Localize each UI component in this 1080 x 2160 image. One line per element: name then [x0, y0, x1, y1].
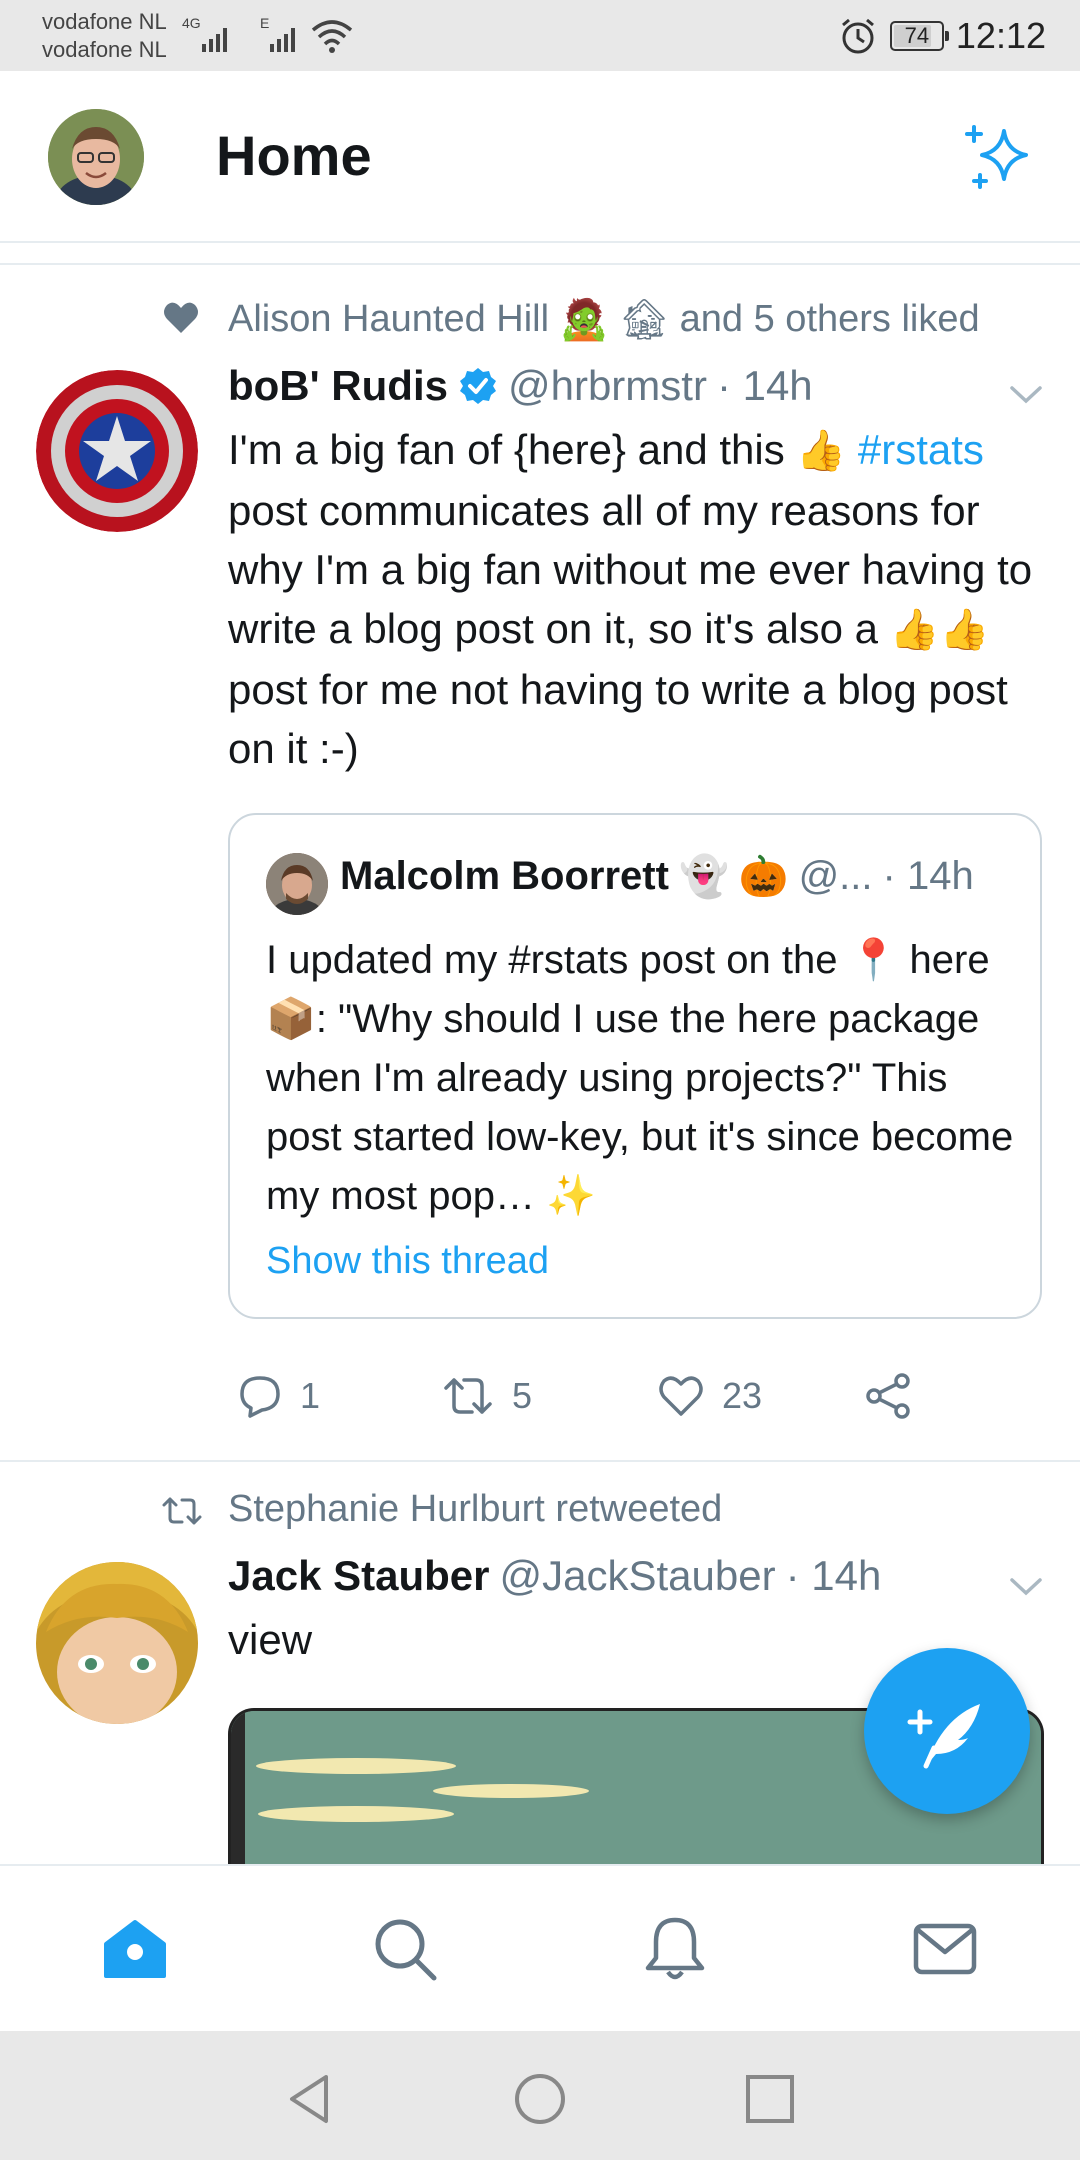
tweet-text-1: I'm a big fan of {here} and this [228, 426, 785, 473]
retweet-icon [444, 1378, 492, 1414]
compose-tweet-button[interactable] [864, 1648, 1030, 1814]
bottom-navigation [0, 1864, 1080, 2033]
retweet-context[interactable]: Stephanie Hurlburt retweeted [228, 1488, 722, 1531]
back-icon[interactable] [282, 2071, 338, 2127]
verified-badge-icon [459, 368, 496, 404]
ghost-emoji: 👻 [678, 855, 729, 899]
home-circle-icon[interactable] [512, 2071, 568, 2127]
carrier-1: vodafone NL [42, 9, 167, 34]
tweet-avatar-2[interactable] [36, 1562, 198, 1724]
quoted-avatar [266, 853, 328, 915]
carrier-2: vodafone NL [42, 37, 167, 62]
tweet-header-2: Jack Stauber @JackStauber · 14h [228, 1552, 881, 1600]
carrier-labels: vodafone NL vodafone NL [42, 8, 167, 64]
search-icon[interactable] [370, 1914, 440, 1984]
alarm-icon [841, 18, 874, 54]
author-handle-2[interactable]: @JackStauber [499, 1552, 775, 1600]
hashtag-link[interactable]: #rstats [858, 426, 984, 473]
share-button[interactable] [864, 1372, 914, 1420]
retweet-button[interactable]: 5 [440, 1372, 532, 1420]
social-context-suffix: and 5 others liked [679, 298, 980, 340]
thumbs-up-emoji: 👍 [796, 429, 847, 473]
page-title: Home [216, 124, 372, 187]
package-emoji: 📦 [266, 997, 316, 1041]
show-thread-link[interactable]: Show this thread [266, 1240, 549, 1283]
author-handle[interactable]: @hrbrmstr [508, 362, 707, 410]
zombie-emoji: 🧟 [559, 298, 609, 342]
quoted-text-2: here [909, 938, 990, 982]
recents-icon[interactable] [742, 2071, 798, 2127]
quoted-body: I updated my #rstats post on the 📍 here … [266, 931, 1026, 1226]
clock: 12:12 [955, 15, 1046, 56]
sparkles-emoji: ✨ [546, 1174, 596, 1218]
pumpkin-emoji: 🎃 [738, 855, 789, 899]
author-name-2[interactable]: Jack Stauber [228, 1552, 489, 1600]
sparkle-icon[interactable] [960, 117, 1040, 197]
tweet-text-3: post for me not having to write a blog p… [228, 666, 1008, 772]
reply-count: 1 [300, 1375, 321, 1416]
tweet-avatar[interactable] [36, 370, 198, 532]
retweet-context-icon [162, 1497, 202, 1525]
app-header: Home [0, 71, 1080, 243]
thumbs-up-emoji: 👍👍 [889, 608, 990, 652]
quoted-time: · 14h [882, 854, 974, 898]
svg-text:4G: 4G [182, 15, 201, 31]
tweet-divider [0, 1460, 1080, 1462]
reply-icon [240, 1376, 280, 1418]
wifi-icon [311, 20, 353, 53]
status-bar: vodafone NL vodafone NL 4G E 74 12:12 [0, 0, 1080, 71]
signal-e-icon: E [260, 15, 295, 52]
heart-icon [659, 1376, 703, 1416]
quoted-header: Malcolm Boorrett 👻 🎃 @... · 14h [340, 853, 974, 900]
retweet-context-text: Stephanie Hurlburt retweeted [228, 1488, 723, 1530]
battery-level: 74 [904, 23, 930, 48]
social-context-name: Alison Haunted Hill [228, 298, 550, 340]
quoted-tweet[interactable]: Malcolm Boorrett 👻 🎃 @... · 14h I update… [228, 813, 1042, 1319]
header-divider [0, 243, 1080, 265]
system-navigation [0, 2031, 1080, 2160]
share-icon [866, 1373, 910, 1419]
liked-heart-icon [164, 302, 198, 333]
compose-feather-icon [907, 1704, 980, 1769]
chevron-down-icon[interactable] [1006, 1574, 1046, 1600]
tweet-header: boB' Rudis @hrbrmstr · 14h [228, 362, 813, 410]
tweet-time: · 14h [716, 362, 813, 409]
pushpin-emoji: 📍 [848, 938, 899, 982]
tweet-body: I'm a big fan of {here} and this 👍 #rsta… [228, 420, 1048, 778]
like-count: 23 [722, 1375, 763, 1416]
tweet-actions: 1 5 23 [228, 1372, 928, 1432]
notifications-icon[interactable] [640, 1914, 710, 1984]
profile-avatar[interactable] [48, 109, 144, 205]
haunted-house-emoji: 🏚 [618, 298, 670, 342]
quoted-author-name: Malcolm Boorrett [340, 854, 669, 898]
status-right: 74 12:12 [838, 12, 1046, 60]
quoted-handle: @... [798, 854, 873, 898]
reply-button[interactable]: 1 [236, 1372, 320, 1420]
retweet-count: 5 [512, 1375, 533, 1416]
social-context[interactable]: Alison Haunted Hill 🧟 🏚 and 5 others lik… [228, 296, 980, 343]
chevron-down-icon[interactable] [1006, 382, 1046, 408]
home-icon[interactable] [100, 1914, 170, 1984]
battery-indicator: 74 [889, 21, 949, 51]
like-button[interactable]: 23 [656, 1372, 762, 1420]
messages-icon[interactable] [910, 1914, 980, 1984]
signal-4g-icon: 4G [182, 15, 227, 52]
quoted-text-1: I updated my #rstats post on the [266, 938, 838, 982]
author-name[interactable]: boB' Rudis [228, 362, 448, 410]
svg-text:E: E [260, 15, 269, 31]
tweet-time-2: · 14h [785, 1552, 882, 1599]
quoted-text-3: : "Why should I use the here package whe… [266, 997, 1014, 1218]
